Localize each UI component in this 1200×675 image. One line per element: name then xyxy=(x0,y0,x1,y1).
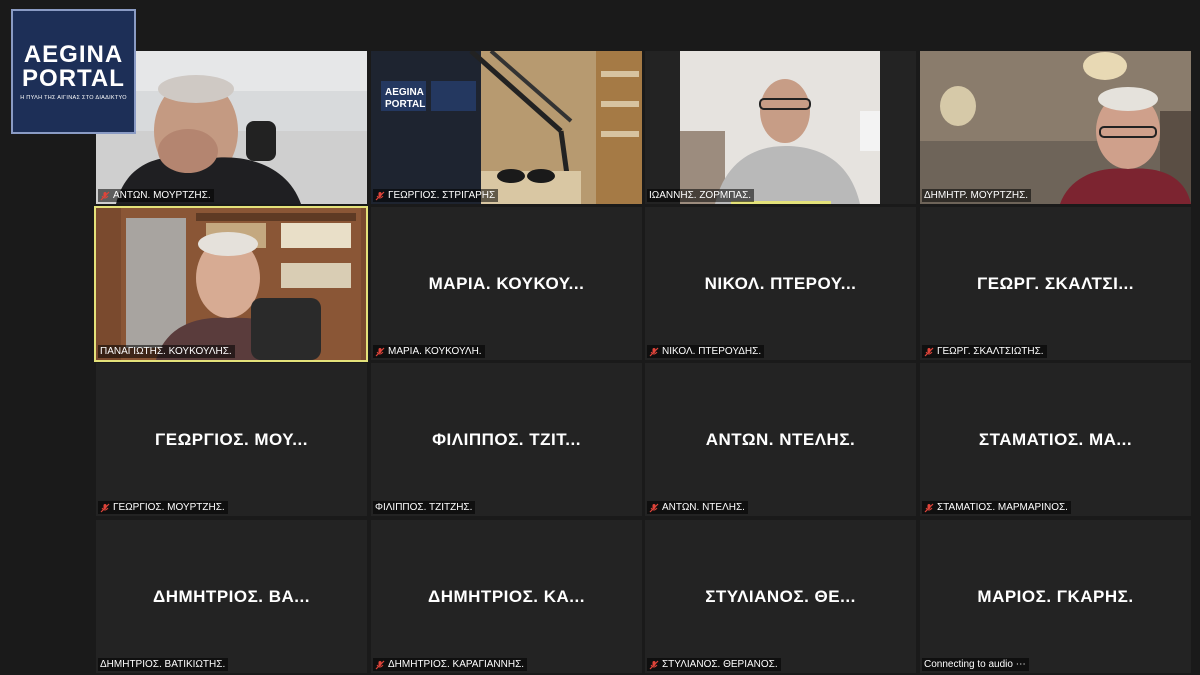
participant-tile[interactable]: ΣΤΥΛΙΑΝΟΣ. ΘΕ... ΣΤΥΛΙΑΝΟΣ. ΘΕΡΙΑΝΟΣ. xyxy=(645,520,916,673)
participant-name: ΑΝΤΩΝ. ΜΟΥΡΤΖΗΣ. xyxy=(113,190,211,201)
participant-display-name: ΑΝΤΩΝ. ΝΤΕΛΗΣ. xyxy=(705,429,856,449)
connecting-status-label: Connecting to audio ⋯ xyxy=(922,658,1029,671)
participant-tile[interactable]: ΜΑΡΙΟΣ. ΓΚΑΡΗΣ. Connecting to audio ⋯ xyxy=(920,520,1191,673)
participant-tile[interactable]: ΦΙΛΙΠΠΟΣ. ΤΖΙΤ... ΦΙΛΙΠΠΟΣ. ΤΖΙΤΖΗΣ. xyxy=(371,363,642,516)
muted-mic-icon xyxy=(924,503,934,513)
participant-name-label: ΣΤΑΜΑΤΙΟΣ. ΜΑΡΜΑΡΙΝΟΣ. xyxy=(922,501,1071,514)
participant-name-label: ΔΗΜΗΤΡΙΟΣ. ΒΑΤΙΚΙΩΤΗΣ. xyxy=(98,658,229,671)
participant-tile[interactable]: ΑΝΤΩΝ. ΜΟΥΡΤΖΗΣ. xyxy=(96,51,367,204)
muted-mic-icon xyxy=(375,191,385,201)
participant-name: ΣΤΥΛΙΑΝΟΣ. ΘΕΡΙΑΝΟΣ. xyxy=(662,659,778,670)
participant-tile[interactable]: ΣΤΑΜΑΤΙΟΣ. ΜΑ... ΣΤΑΜΑΤΙΟΣ. ΜΑΡΜΑΡΙΝΟΣ. xyxy=(920,363,1191,516)
participant-tile[interactable]: ΝΙΚΟΛ. ΠΤΕΡΟΥ... ΝΙΚΟΛ. ΠΤΕΡΟΥΔΗΣ. xyxy=(645,207,916,360)
video-feed xyxy=(96,208,366,360)
participant-name-label: ΔΗΜΗΤΡΙΟΣ. ΚΑΡΑΓΙΑΝΝΗΣ. xyxy=(373,658,528,671)
participant-name: ΔΗΜΗΤΡΙΟΣ. ΚΑΡΑΓΙΑΝΝΗΣ. xyxy=(388,659,525,670)
participant-name-label: ΓΕΩΡΓΙΟΣ. ΜΟΥΡΤΖΗΣ. xyxy=(98,501,228,514)
participant-name-label: ΑΝΤΩΝ. ΜΟΥΡΤΖΗΣ. xyxy=(98,189,214,202)
participant-name-label: ΜΑΡΙΑ. ΚΟΥΚΟΥΛΗ. xyxy=(373,345,485,358)
participant-display-name: ΔΗΜΗΤΡΙΟΣ. ΒΑ... xyxy=(153,586,310,606)
aegina-portal-logo: AEGINA PORTAL Η ΠΥΛΗ ΤΗΣ ΑΙΓΙΝΑΣ ΣΤΟ ΔΙΑ… xyxy=(11,9,136,134)
muted-mic-icon xyxy=(649,347,659,357)
muted-mic-icon xyxy=(649,503,659,513)
participant-name: ΔΗΜΗΤΡΙΟΣ. ΒΑΤΙΚΙΩΤΗΣ. xyxy=(100,659,226,670)
video-feed xyxy=(920,51,1191,204)
video-feed xyxy=(96,51,367,204)
participant-tile[interactable]: AEGINA PORTAL ΓΕΩΡΓΙΟΣ. ΣΤΡΙΓΑΡΗΣ xyxy=(371,51,642,204)
svg-text:AEGINA: AEGINA xyxy=(385,87,424,98)
active-speaker-tile[interactable]: ΠΑΝΑΓΙΩΤΗΣ. ΚΟΥΚΟΥΛΗΣ. xyxy=(94,206,368,362)
participant-tile[interactable]: ΔΗΜΗΤΡΙΟΣ. ΚΑ... ΔΗΜΗΤΡΙΟΣ. ΚΑΡΑΓΙΑΝΝΗΣ. xyxy=(371,520,642,673)
participant-tile[interactable]: ΓΕΩΡΓΙΟΣ. ΜΟΥ... ΓΕΩΡΓΙΟΣ. ΜΟΥΡΤΖΗΣ. xyxy=(96,363,367,516)
muted-mic-icon xyxy=(100,191,110,201)
participant-tile[interactable]: ΑΝΤΩΝ. ΝΤΕΛΗΣ. ΑΝΤΩΝ. ΝΤΕΛΗΣ. xyxy=(645,363,916,516)
participant-name-label: ΝΙΚΟΛ. ΠΤΕΡΟΥΔΗΣ. xyxy=(647,345,765,358)
participant-name-label: ΑΝΤΩΝ. ΝΤΕΛΗΣ. xyxy=(647,501,748,514)
participant-name-label: ΓΕΩΡΓΙΟΣ. ΣΤΡΙΓΑΡΗΣ xyxy=(373,189,499,202)
participant-name-label: ΣΤΥΛΙΑΝΟΣ. ΘΕΡΙΑΝΟΣ. xyxy=(647,658,781,671)
svg-text:PORTAL: PORTAL xyxy=(385,99,425,110)
participant-name-label: ΓΕΩΡΓ. ΣΚΑΛΤΣΙΩΤΗΣ. xyxy=(922,345,1047,358)
participant-name: ΠΑΝΑΓΙΩΤΗΣ. ΚΟΥΚΟΥΛΗΣ. xyxy=(100,346,232,357)
participant-tile[interactable]: ΙΩΑΝΝΗΣ. ΖΟΡΜΠΑΣ. xyxy=(645,51,916,204)
logo-line-2: PORTAL xyxy=(22,64,125,92)
participant-name-label: ΙΩΑΝΝΗΣ. ΖΟΡΜΠΑΣ. xyxy=(647,189,755,202)
video-feed xyxy=(645,51,916,204)
muted-mic-icon xyxy=(375,660,385,670)
participant-name: ΜΑΡΙΑ. ΚΟΥΚΟΥΛΗ. xyxy=(388,346,482,357)
participant-display-name: ΔΗΜΗΤΡΙΟΣ. ΚΑ... xyxy=(428,586,585,606)
participant-display-name: ΣΤΑΜΑΤΙΟΣ. ΜΑ... xyxy=(978,429,1133,449)
participant-name-label: ΠΑΝΑΓΙΩΤΗΣ. ΚΟΥΚΟΥΛΗΣ. xyxy=(98,345,235,358)
participant-display-name: ΜΑΡΙΟΣ. ΓΚΑΡΗΣ. xyxy=(977,586,1134,606)
participant-display-name: ΣΤΥΛΙΑΝΟΣ. ΘΕ... xyxy=(705,586,856,606)
connecting-audio-status: Connecting to audio ⋯ xyxy=(924,659,1026,670)
participant-name: ΓΕΩΡΓΙΟΣ. ΣΤΡΙΓΑΡΗΣ xyxy=(388,190,496,201)
participant-display-name: ΓΕΩΡΓ. ΣΚΑΛΤΣΙ... xyxy=(977,273,1134,293)
participant-name: ΓΕΩΡΓ. ΣΚΑΛΤΣΙΩΤΗΣ. xyxy=(937,346,1044,357)
participant-tile[interactable]: ΓΕΩΡΓ. ΣΚΑΛΤΣΙ... ΓΕΩΡΓ. ΣΚΑΛΤΣΙΩΤΗΣ. xyxy=(920,207,1191,360)
participant-tile[interactable]: ΜΑΡΙΑ. ΚΟΥΚΟΥ... ΜΑΡΙΑ. ΚΟΥΚΟΥΛΗ. xyxy=(371,207,642,360)
logo-line-1: AEGINA xyxy=(23,40,124,68)
participant-name: ΓΕΩΡΓΙΟΣ. ΜΟΥΡΤΖΗΣ. xyxy=(113,502,225,513)
muted-mic-icon xyxy=(649,660,659,670)
participant-name: ΣΤΑΜΑΤΙΟΣ. ΜΑΡΜΑΡΙΝΟΣ. xyxy=(937,502,1068,513)
participant-name: ΝΙΚΟΛ. ΠΤΕΡΟΥΔΗΣ. xyxy=(662,346,762,357)
video-feed: AEGINA PORTAL xyxy=(371,51,642,204)
participant-name-label: ΔΗΜΗΤΡ. ΜΟΥΡΤΖΗΣ. xyxy=(922,189,1032,202)
participant-display-name: ΝΙΚΟΛ. ΠΤΕΡΟΥ... xyxy=(704,273,857,293)
participant-name-label: ΦΙΛΙΠΠΟΣ. ΤΖΙΤΖΗΣ. xyxy=(373,501,476,514)
logo-tagline: Η ΠΥΛΗ ΤΗΣ ΑΙΓΙΝΑΣ ΣΤΟ ΔΙΑΔΙΚΤΥΟ xyxy=(20,94,127,101)
muted-mic-icon xyxy=(924,347,934,357)
participant-display-name: ΜΑΡΙΑ. ΚΟΥΚΟΥ... xyxy=(428,273,585,293)
participant-display-name: ΦΙΛΙΠΠΟΣ. ΤΖΙΤ... xyxy=(432,429,581,449)
muted-mic-icon xyxy=(375,347,385,357)
participant-name: ΔΗΜΗΤΡ. ΜΟΥΡΤΖΗΣ. xyxy=(924,190,1029,201)
participant-name: ΙΩΑΝΝΗΣ. ΖΟΡΜΠΑΣ. xyxy=(649,190,752,201)
muted-mic-icon xyxy=(100,503,110,513)
participant-name: ΦΙΛΙΠΠΟΣ. ΤΖΙΤΖΗΣ. xyxy=(375,502,473,513)
participant-tile[interactable]: ΔΗΜΗΤΡΙΟΣ. ΒΑ... ΔΗΜΗΤΡΙΟΣ. ΒΑΤΙΚΙΩΤΗΣ. xyxy=(96,520,367,673)
participant-name: ΑΝΤΩΝ. ΝΤΕΛΗΣ. xyxy=(662,502,745,513)
participant-display-name: ΓΕΩΡΓΙΟΣ. ΜΟΥ... xyxy=(155,429,308,449)
participant-tile[interactable]: ΔΗΜΗΤΡ. ΜΟΥΡΤΖΗΣ. xyxy=(920,51,1191,204)
